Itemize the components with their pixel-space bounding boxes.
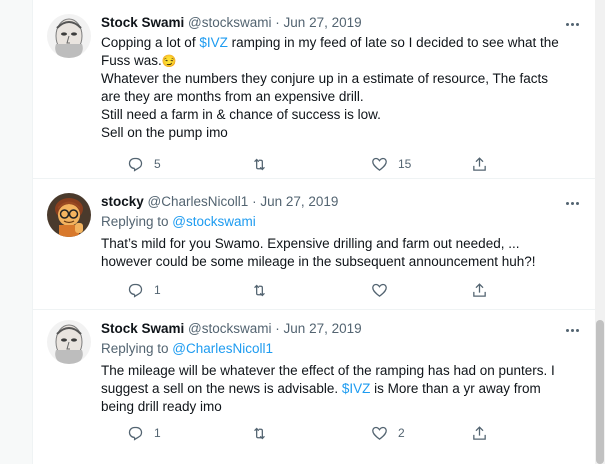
replying-to: Replying to @CharlesNicoll1 (101, 340, 571, 358)
tweet-date[interactable]: Jun 27, 2019 (284, 15, 362, 30)
tweet-3[interactable]: Stock Swami @stockswami · Jun 27, 2019 R… (33, 310, 596, 464)
like-count: 2 (398, 426, 405, 440)
tweet-header: stocky @CharlesNicoll1 · Jun 27, 2019 (101, 193, 571, 211)
reply-button[interactable]: 5 (127, 154, 161, 174)
more-icon[interactable] (562, 194, 582, 212)
reply-button[interactable]: 1 (127, 423, 161, 443)
retweet-button[interactable] (251, 423, 278, 443)
retweet-icon (254, 284, 265, 296)
avatar-charlesnicoll1[interactable] (47, 193, 91, 237)
share-button[interactable] (471, 280, 488, 300)
tweet-text: That’s mild for you Swamo. Expensive dri… (101, 236, 536, 269)
tweet-text-part: Copping a lot of (101, 35, 200, 50)
cashtag-link[interactable]: $IVZ (342, 381, 371, 396)
replying-to: Replying to @stockswami (101, 213, 571, 231)
reply-icon (128, 157, 143, 172)
tweet-text: Copping a lot of $IVZ ramping in my feed… (101, 34, 571, 142)
tweet-content: Stock Swami @stockswami · Jun 27, 2019 R… (101, 320, 571, 416)
tweet-actions: 5 15 (101, 154, 486, 174)
like-icon (372, 157, 387, 171)
replying-label: Replying to (101, 341, 173, 356)
replying-label: Replying to (101, 214, 173, 229)
scrollbar-thumb[interactable] (596, 320, 604, 464)
tweet-content: stocky @CharlesNicoll1 · Jun 27, 2019 Re… (101, 193, 571, 271)
reply-button[interactable]: 1 (127, 280, 161, 300)
tweet-1[interactable]: Stock Swami @stockswami · Jun 27, 2019 C… (33, 0, 596, 178)
tweet-header: Stock Swami @stockswami · Jun 27, 2019 (101, 14, 571, 32)
reply-icon (128, 426, 143, 441)
retweet-button[interactable] (251, 280, 278, 300)
avatar-stockswami[interactable] (47, 14, 91, 58)
like-button[interactable]: 2 (371, 423, 405, 443)
tweet-content: Stock Swami @stockswami · Jun 27, 2019 C… (101, 14, 571, 142)
retweet-button[interactable] (251, 154, 278, 174)
tweet-text-line: Sell on the pump imo (101, 125, 228, 140)
share-button[interactable] (471, 154, 488, 174)
avatar-stockswami[interactable] (47, 320, 91, 364)
author-handle[interactable]: @stockswami (188, 321, 271, 336)
share-button[interactable] (471, 423, 488, 443)
reply-count: 5 (154, 157, 161, 171)
tweet-date[interactable]: Jun 27, 2019 (260, 194, 338, 209)
separator-dot: · (252, 194, 257, 209)
tweet-date[interactable]: Jun 27, 2019 (284, 321, 362, 336)
reply-icon (128, 283, 143, 298)
tweet-text: The mileage will be whatever the effect … (101, 362, 571, 416)
share-icon (473, 282, 486, 297)
share-icon (473, 425, 486, 440)
tweet-actions: 1 2 (101, 423, 486, 443)
more-icon[interactable] (562, 321, 582, 339)
replying-to-link[interactable]: @stockswami (172, 214, 255, 229)
author-handle[interactable]: @CharlesNicoll1 (148, 194, 249, 209)
tweet-actions: 1 (101, 280, 486, 300)
author-name[interactable]: Stock Swami (101, 321, 184, 336)
retweet-icon (254, 158, 265, 170)
smirk-emoji: 😏 (161, 54, 177, 68)
reply-count: 1 (154, 283, 161, 297)
tweet-thread: Stock Swami @stockswami · Jun 27, 2019 C… (32, 0, 597, 464)
share-icon (473, 156, 486, 171)
like-icon (372, 283, 387, 297)
author-handle[interactable]: @stockswami (188, 15, 271, 30)
scrollbar-track[interactable] (595, 0, 605, 464)
like-button[interactable] (371, 280, 398, 300)
separator-dot: · (275, 321, 280, 336)
reply-count: 1 (154, 426, 161, 440)
like-count: 15 (398, 157, 412, 171)
author-name[interactable]: Stock Swami (101, 15, 184, 30)
retweet-icon (254, 427, 265, 439)
more-icon[interactable] (562, 15, 582, 33)
tweet-text-line: Still need a farm in & chance of success… (101, 107, 381, 122)
tweet-header: Stock Swami @stockswami · Jun 27, 2019 (101, 320, 571, 338)
cashtag-link[interactable]: $IVZ (199, 35, 228, 50)
tweet-text-line: Whatever the numbers they conjure up in … (101, 71, 548, 104)
replying-to-link[interactable]: @CharlesNicoll1 (172, 341, 273, 356)
like-icon (372, 426, 387, 440)
separator-dot: · (275, 15, 280, 30)
author-name[interactable]: stocky (101, 194, 144, 209)
like-button[interactable]: 15 (371, 154, 411, 174)
tweet-2[interactable]: stocky @CharlesNicoll1 · Jun 27, 2019 Re… (33, 179, 596, 309)
